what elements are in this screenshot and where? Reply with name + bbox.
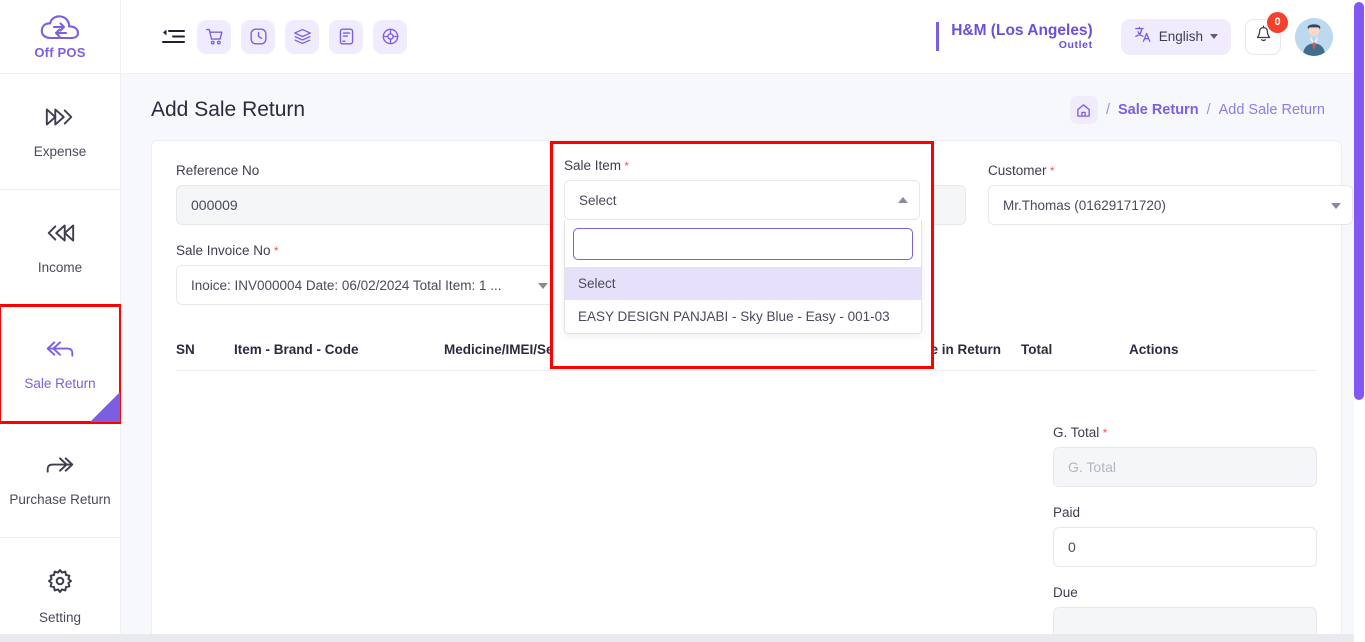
sidebar-item-income[interactable]: Income [0,190,120,306]
globe-support-icon[interactable] [373,19,407,54]
sidebar-item-label: Setting [38,610,82,625]
shopping-cart-icon[interactable] [197,19,231,54]
customer-select[interactable]: Mr.Thomas (01629171720) [988,185,1353,225]
chevron-down-icon [1331,203,1341,209]
sale-return-form-card: Reference No 000009 Date * 2024-08-24 Cu… [151,140,1353,642]
brand-logo-block[interactable]: Off POS [0,0,121,74]
language-label: English [1158,29,1203,44]
sidebar-item-setting[interactable]: Setting [0,538,120,642]
sale-item-label: Sale Item * [564,158,630,173]
table-col-total: Total [1021,342,1053,357]
sale-item-option[interactable]: EASY DESIGN PANJABI - Sky Blue - Easy - … [565,300,921,333]
sale-item-select-value: Select [579,192,617,208]
top-bar-right: H&M (Los Angeles) Outlet English 0 [936,11,1365,56]
home-icon[interactable] [1069,96,1098,124]
paid-field: Paid 0 [1053,505,1317,567]
sale-item-select[interactable]: Select [564,180,920,220]
paid-label: Paid [1053,505,1081,520]
sale-item-option[interactable]: Select [565,267,921,300]
sidebar-item-label: Expense [33,143,87,159]
required-marker: * [270,244,279,258]
chevron-up-icon [898,197,908,203]
sale-item-search-input[interactable] [573,228,913,260]
sale-item-dropdown-panel: Select EASY DESIGN PANJABI - Sky Blue - … [564,220,922,334]
brand-name: Off POS [34,44,86,60]
vertical-scrollbar[interactable] [1354,0,1365,642]
main-content: Add Sale Return / Sale Return / Add Sale… [121,74,1365,642]
sidebar-item-label: Income [37,259,83,275]
sidebar-item-sale-return[interactable]: Sale Return [0,304,122,424]
expense-icon [44,105,76,134]
top-toolbar [161,19,407,54]
sale-return-icon [42,337,78,366]
outlet-sub-label: Outlet [1058,39,1093,52]
top-bar: Off POS H&M (Los Angeles) Outlet English… [0,0,1365,74]
document-icon[interactable] [329,19,363,54]
customer-select-value: Mr.Thomas (01629171720) [1003,197,1166,213]
form-row-2-spacer [988,243,1353,305]
purchase-return-icon [42,453,78,482]
table-col-item: Item - Brand - Code [234,342,359,357]
sidebar-item-purchase-return[interactable]: Purchase Return [0,422,120,538]
table-col-sn: SN [176,342,195,357]
sidebar-item-label: Sale Return [24,376,96,391]
outlet-name: H&M (Los Angeles) [951,21,1093,39]
sale-invoice-no-label: Sale Invoice No * [176,243,279,258]
page-title: Add Sale Return [151,98,306,121]
totals-panel: G. Total * G. Total Paid 0 Due [1053,425,1317,642]
sale-invoice-no-value: Inoice: INV000004 Date: 06/02/2024 Total… [191,277,502,293]
required-marker: * [1046,164,1055,178]
clock-icon[interactable] [241,19,275,54]
customer-label: Customer * [988,163,1055,178]
outlet-info: H&M (Los Angeles) Outlet [936,21,1107,52]
paid-input[interactable]: 0 [1053,527,1317,567]
chevron-down-icon [538,283,548,289]
language-selector[interactable]: English [1120,18,1231,55]
reference-no-field: Reference No 000009 [176,163,560,225]
breadcrumb-parent-link[interactable]: Sale Return [1118,102,1199,118]
reference-no-label: Reference No [176,163,260,178]
reference-no-input[interactable]: 000009 [176,185,560,225]
required-marker: * [621,159,630,173]
avatar[interactable] [1295,17,1333,56]
g-total-label: G. Total * [1053,425,1108,440]
breadcrumb-separator: / [1206,102,1211,118]
due-label: Due [1053,585,1078,600]
customer-field: Customer * Mr.Thomas (01629171720) [988,163,1353,225]
page-header: Add Sale Return / Sale Return / Add Sale… [121,74,1365,124]
notification-count-badge: 0 [1267,11,1288,33]
layers-icon[interactable] [285,19,319,54]
translate-icon [1134,25,1152,48]
sale-invoice-no-select[interactable]: Inoice: INV000004 Date: 06/02/2024 Total… [176,265,560,305]
gear-icon [46,567,74,600]
sidebar-item-expense[interactable]: Expense [0,74,120,190]
table-col-actions: Actions [1129,342,1179,357]
breadcrumb: / Sale Return / Add Sale Return [1069,96,1325,124]
required-marker: * [1099,426,1108,440]
collapse-sidebar-icon[interactable] [161,24,187,50]
sidebar-item-label: Purchase Return [9,491,111,507]
sale-item-highlight-box: Sale Item * Select Select EASY DESIGN PA… [550,141,934,369]
sidebar: Expense Income Sale Return Purchase Retu… [0,74,122,642]
breadcrumb-separator: / [1105,102,1110,118]
chevron-down-icon [1210,34,1218,39]
bottom-strip [0,634,1365,642]
cloud-refresh-icon [39,14,81,44]
breadcrumb-current: Add Sale Return [1218,102,1325,118]
g-total-input[interactable]: G. Total [1053,447,1317,487]
income-icon [44,221,76,250]
sale-invoice-no-field: Sale Invoice No * Inoice: INV000004 Date… [176,243,560,305]
vertical-scrollbar-thumb[interactable] [1354,2,1364,400]
g-total-field: G. Total * G. Total [1053,425,1317,487]
notifications-button[interactable]: 0 [1245,11,1288,55]
